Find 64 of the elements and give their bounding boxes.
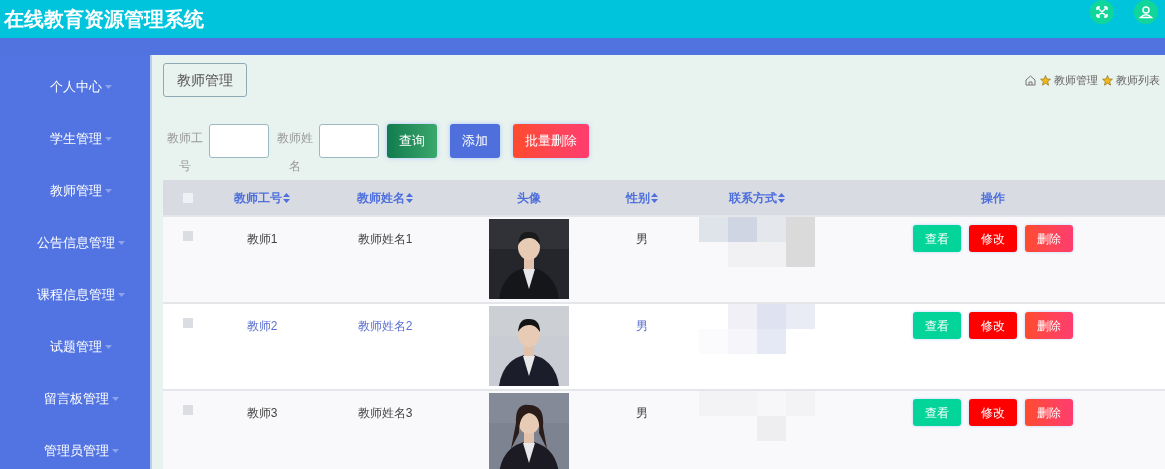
table-cell-text: 男	[636, 231, 648, 246]
app-title: 在线教育资源管理系统	[4, 7, 204, 32]
sidebar-item[interactable]: 留言板管理	[0, 389, 150, 409]
home-icon[interactable]	[1025, 74, 1036, 86]
table-cell-text: 教师1	[246, 231, 278, 246]
field-label: 教师工号	[166, 130, 204, 175]
add-button[interactable]: 添加	[450, 124, 500, 158]
column-header[interactable]: 性别	[626, 188, 658, 207]
table-cell-text: 教师姓名2	[357, 318, 413, 333]
sidebar-item[interactable]: 管理员管理	[0, 441, 150, 461]
table-cell-text: 教师3	[246, 405, 278, 420]
page-title: 教师管理	[163, 63, 247, 97]
delete-button[interactable]: 批量删除	[513, 124, 589, 158]
query-button[interactable]: 查询	[387, 124, 437, 158]
breadcrumb-item[interactable]: 教师列表	[1116, 72, 1160, 89]
star-icon	[1102, 74, 1113, 86]
sidebar-item[interactable]: 试题管理	[0, 337, 150, 357]
column-header[interactable]: 教师姓名	[357, 188, 413, 207]
table-cell-text: 教师姓名1	[357, 231, 413, 246]
sort-icon[interactable]	[778, 192, 785, 203]
checkbox[interactable]	[183, 405, 193, 415]
caret-down-icon	[118, 293, 125, 297]
edit-button[interactable]: 修改	[969, 225, 1017, 252]
delete-button[interactable]: 删除	[1025, 399, 1073, 426]
search-field[interactable]	[319, 124, 379, 158]
sort-icon[interactable]	[406, 192, 413, 203]
table-cell-text: 教师姓名3	[357, 405, 413, 420]
caret-down-icon	[105, 85, 112, 89]
column-header[interactable]: 教师工号	[234, 188, 290, 207]
user-icon[interactable]	[1134, 0, 1158, 24]
delete-button[interactable]: 删除	[1025, 225, 1073, 252]
caret-down-icon	[111, 397, 119, 401]
edit-button[interactable]: 修改	[969, 399, 1017, 426]
table-row[interactable]: 教师2 教师姓名2 男 查看 修改 删除	[163, 302, 1165, 389]
column-header: 操作	[981, 189, 1005, 207]
sidebar-item[interactable]: 教师管理	[0, 181, 150, 201]
sidebar-item[interactable]: 课程信息管理	[0, 285, 150, 305]
fullscreen-icon[interactable]	[1090, 0, 1114, 24]
field-label: 教师姓名	[276, 130, 314, 175]
delete-button[interactable]: 删除	[1025, 312, 1073, 339]
table-cell-text: 男	[636, 318, 648, 333]
caret-down-icon	[105, 137, 112, 141]
checkbox[interactable]	[183, 318, 193, 328]
sidebar-item[interactable]: 公告信息管理	[0, 233, 150, 253]
sidebar-item[interactable]: 学生管理	[0, 129, 150, 149]
column-header: 头像	[517, 189, 541, 207]
checkbox[interactable]	[183, 231, 193, 241]
caret-down-icon	[105, 345, 112, 349]
search-field[interactable]	[209, 124, 269, 158]
edit-button[interactable]: 修改	[969, 312, 1017, 339]
table-cell-text: 教师2	[246, 318, 278, 333]
table-row[interactable]: 教师1 教师姓名1 男 查看 修改 删除	[163, 215, 1165, 302]
column-header[interactable]: 联系方式	[729, 188, 785, 207]
sort-icon[interactable]	[283, 192, 290, 203]
caret-down-icon	[118, 241, 125, 245]
sort-icon[interactable]	[651, 192, 658, 203]
star-icon	[1040, 74, 1051, 86]
sidebar-item[interactable]: 个人中心	[0, 77, 150, 97]
checkbox[interactable]	[183, 192, 193, 203]
breadcrumb-item[interactable]: 教师管理	[1054, 72, 1098, 89]
caret-down-icon	[111, 449, 119, 453]
table-cell-text: 男	[636, 405, 648, 420]
table-row[interactable]: 教师3 教师姓名3 男 查看 修改 删除	[163, 389, 1165, 469]
caret-down-icon	[105, 189, 112, 193]
